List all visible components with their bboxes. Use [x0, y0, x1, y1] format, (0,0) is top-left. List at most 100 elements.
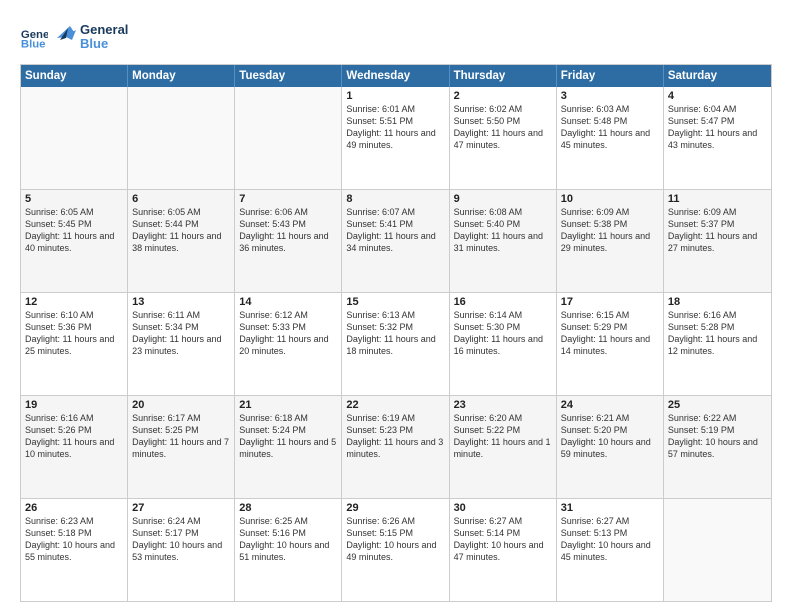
calendar-cell: 29Sunrise: 6:26 AM Sunset: 5:15 PM Dayli… — [342, 499, 449, 601]
day-number: 27 — [132, 502, 230, 514]
calendar-row: 5Sunrise: 6:05 AM Sunset: 5:45 PM Daylig… — [21, 189, 771, 292]
day-number: 6 — [132, 193, 230, 205]
day-number: 24 — [561, 399, 659, 411]
calendar-cell: 22Sunrise: 6:19 AM Sunset: 5:23 PM Dayli… — [342, 396, 449, 498]
calendar-cell: 25Sunrise: 6:22 AM Sunset: 5:19 PM Dayli… — [664, 396, 771, 498]
day-number: 13 — [132, 296, 230, 308]
day-number: 19 — [25, 399, 123, 411]
calendar-cell: 9Sunrise: 6:08 AM Sunset: 5:40 PM Daylig… — [450, 190, 557, 292]
cell-text: Sunrise: 6:05 AM Sunset: 5:44 PM Dayligh… — [132, 206, 230, 255]
cell-text: Sunrise: 6:21 AM Sunset: 5:20 PM Dayligh… — [561, 412, 659, 461]
day-number: 16 — [454, 296, 552, 308]
cell-text: Sunrise: 6:24 AM Sunset: 5:17 PM Dayligh… — [132, 515, 230, 564]
cell-text: Sunrise: 6:16 AM Sunset: 5:26 PM Dayligh… — [25, 412, 123, 461]
cell-text: Sunrise: 6:10 AM Sunset: 5:36 PM Dayligh… — [25, 309, 123, 358]
calendar-header-cell: Thursday — [450, 65, 557, 87]
cell-text: Sunrise: 6:15 AM Sunset: 5:29 PM Dayligh… — [561, 309, 659, 358]
cell-text: Sunrise: 6:27 AM Sunset: 5:14 PM Dayligh… — [454, 515, 552, 564]
cell-text: Sunrise: 6:26 AM Sunset: 5:15 PM Dayligh… — [346, 515, 444, 564]
calendar-cell: 13Sunrise: 6:11 AM Sunset: 5:34 PM Dayli… — [128, 293, 235, 395]
calendar-header-cell: Tuesday — [235, 65, 342, 87]
calendar-cell: 23Sunrise: 6:20 AM Sunset: 5:22 PM Dayli… — [450, 396, 557, 498]
day-number: 9 — [454, 193, 552, 205]
cell-text: Sunrise: 6:08 AM Sunset: 5:40 PM Dayligh… — [454, 206, 552, 255]
logo-svg: General Blue — [52, 18, 142, 56]
calendar-row: 12Sunrise: 6:10 AM Sunset: 5:36 PM Dayli… — [21, 292, 771, 395]
cell-text: Sunrise: 6:25 AM Sunset: 5:16 PM Dayligh… — [239, 515, 337, 564]
calendar-cell: 5Sunrise: 6:05 AM Sunset: 5:45 PM Daylig… — [21, 190, 128, 292]
calendar-cell: 24Sunrise: 6:21 AM Sunset: 5:20 PM Dayli… — [557, 396, 664, 498]
calendar-header-cell: Saturday — [664, 65, 771, 87]
calendar-cell: 2Sunrise: 6:02 AM Sunset: 5:50 PM Daylig… — [450, 87, 557, 189]
calendar-cell: 31Sunrise: 6:27 AM Sunset: 5:13 PM Dayli… — [557, 499, 664, 601]
cell-text: Sunrise: 6:09 AM Sunset: 5:38 PM Dayligh… — [561, 206, 659, 255]
cell-text: Sunrise: 6:23 AM Sunset: 5:18 PM Dayligh… — [25, 515, 123, 564]
day-number: 8 — [346, 193, 444, 205]
calendar-cell: 18Sunrise: 6:16 AM Sunset: 5:28 PM Dayli… — [664, 293, 771, 395]
day-number: 10 — [561, 193, 659, 205]
day-number: 26 — [25, 502, 123, 514]
calendar-cell: 11Sunrise: 6:09 AM Sunset: 5:37 PM Dayli… — [664, 190, 771, 292]
cell-text: Sunrise: 6:01 AM Sunset: 5:51 PM Dayligh… — [346, 103, 444, 152]
svg-text:Blue: Blue — [21, 39, 46, 51]
calendar-row: 19Sunrise: 6:16 AM Sunset: 5:26 PM Dayli… — [21, 395, 771, 498]
calendar-cell: 30Sunrise: 6:27 AM Sunset: 5:14 PM Dayli… — [450, 499, 557, 601]
day-number: 21 — [239, 399, 337, 411]
calendar-cell: 27Sunrise: 6:24 AM Sunset: 5:17 PM Dayli… — [128, 499, 235, 601]
day-number: 7 — [239, 193, 337, 205]
day-number: 18 — [668, 296, 767, 308]
calendar-cell: 3Sunrise: 6:03 AM Sunset: 5:48 PM Daylig… — [557, 87, 664, 189]
page: General Blue General Blue SundayMondayTu… — [0, 0, 792, 612]
calendar-cell — [128, 87, 235, 189]
cell-text: Sunrise: 6:09 AM Sunset: 5:37 PM Dayligh… — [668, 206, 767, 255]
calendar-cell: 10Sunrise: 6:09 AM Sunset: 5:38 PM Dayli… — [557, 190, 664, 292]
svg-text:Blue: Blue — [80, 36, 108, 51]
day-number: 14 — [239, 296, 337, 308]
cell-text: Sunrise: 6:14 AM Sunset: 5:30 PM Dayligh… — [454, 309, 552, 358]
calendar-cell: 1Sunrise: 6:01 AM Sunset: 5:51 PM Daylig… — [342, 87, 449, 189]
calendar-cell: 8Sunrise: 6:07 AM Sunset: 5:41 PM Daylig… — [342, 190, 449, 292]
calendar-header-row: SundayMondayTuesdayWednesdayThursdayFrid… — [21, 65, 771, 87]
logo: General Blue General Blue — [20, 18, 142, 56]
calendar-cell: 28Sunrise: 6:25 AM Sunset: 5:16 PM Dayli… — [235, 499, 342, 601]
calendar-cell: 6Sunrise: 6:05 AM Sunset: 5:44 PM Daylig… — [128, 190, 235, 292]
day-number: 30 — [454, 502, 552, 514]
calendar-cell: 17Sunrise: 6:15 AM Sunset: 5:29 PM Dayli… — [557, 293, 664, 395]
cell-text: Sunrise: 6:19 AM Sunset: 5:23 PM Dayligh… — [346, 412, 444, 461]
cell-text: Sunrise: 6:16 AM Sunset: 5:28 PM Dayligh… — [668, 309, 767, 358]
calendar-header-cell: Sunday — [21, 65, 128, 87]
calendar-row: 1Sunrise: 6:01 AM Sunset: 5:51 PM Daylig… — [21, 87, 771, 189]
day-number: 5 — [25, 193, 123, 205]
calendar-row: 26Sunrise: 6:23 AM Sunset: 5:18 PM Dayli… — [21, 498, 771, 601]
cell-text: Sunrise: 6:18 AM Sunset: 5:24 PM Dayligh… — [239, 412, 337, 461]
header: General Blue General Blue — [20, 18, 772, 56]
calendar-cell: 19Sunrise: 6:16 AM Sunset: 5:26 PM Dayli… — [21, 396, 128, 498]
cell-text: Sunrise: 6:12 AM Sunset: 5:33 PM Dayligh… — [239, 309, 337, 358]
day-number: 12 — [25, 296, 123, 308]
calendar-cell: 20Sunrise: 6:17 AM Sunset: 5:25 PM Dayli… — [128, 396, 235, 498]
calendar-cell — [235, 87, 342, 189]
calendar-cell — [21, 87, 128, 189]
day-number: 25 — [668, 399, 767, 411]
cell-text: Sunrise: 6:07 AM Sunset: 5:41 PM Dayligh… — [346, 206, 444, 255]
day-number: 11 — [668, 193, 767, 205]
calendar-cell: 4Sunrise: 6:04 AM Sunset: 5:47 PM Daylig… — [664, 87, 771, 189]
day-number: 28 — [239, 502, 337, 514]
day-number: 31 — [561, 502, 659, 514]
day-number: 29 — [346, 502, 444, 514]
day-number: 17 — [561, 296, 659, 308]
calendar-header-cell: Friday — [557, 65, 664, 87]
cell-text: Sunrise: 6:13 AM Sunset: 5:32 PM Dayligh… — [346, 309, 444, 358]
day-number: 2 — [454, 90, 552, 102]
logo-icon: General Blue — [20, 23, 48, 51]
calendar-header-cell: Wednesday — [342, 65, 449, 87]
cell-text: Sunrise: 6:27 AM Sunset: 5:13 PM Dayligh… — [561, 515, 659, 564]
cell-text: Sunrise: 6:17 AM Sunset: 5:25 PM Dayligh… — [132, 412, 230, 461]
calendar: SundayMondayTuesdayWednesdayThursdayFrid… — [20, 64, 772, 602]
day-number: 4 — [668, 90, 767, 102]
calendar-cell: 7Sunrise: 6:06 AM Sunset: 5:43 PM Daylig… — [235, 190, 342, 292]
cell-text: Sunrise: 6:22 AM Sunset: 5:19 PM Dayligh… — [668, 412, 767, 461]
day-number: 20 — [132, 399, 230, 411]
cell-text: Sunrise: 6:11 AM Sunset: 5:34 PM Dayligh… — [132, 309, 230, 358]
calendar-cell: 26Sunrise: 6:23 AM Sunset: 5:18 PM Dayli… — [21, 499, 128, 601]
